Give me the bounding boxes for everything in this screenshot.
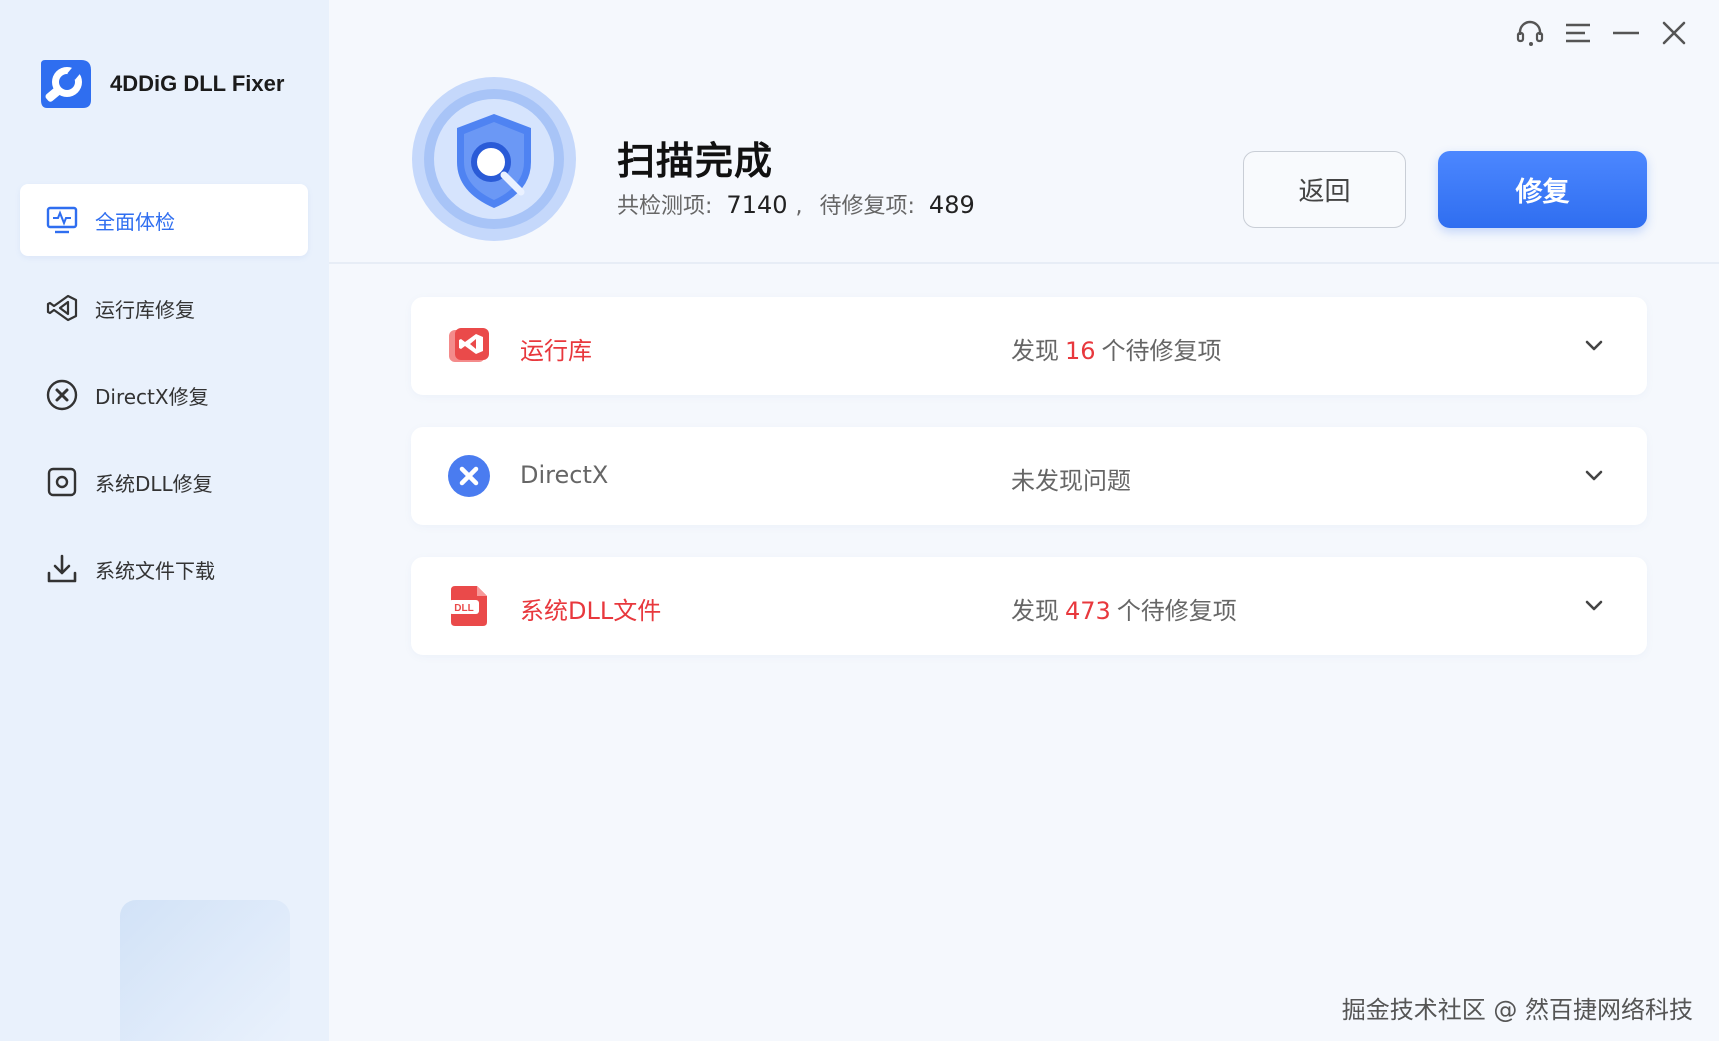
sidebar-item-label: 运行库修复	[95, 297, 195, 322]
chevron-down-icon[interactable]	[1581, 463, 1607, 489]
download-icon	[45, 552, 79, 586]
stats-separator: ,	[795, 194, 803, 219]
chevron-down-icon[interactable]	[1581, 593, 1607, 619]
sidebar-item-full-checkup[interactable]: 全面体检	[20, 184, 308, 256]
watermark: 掘金技术社区 @ 然百捷网络科技	[1341, 996, 1693, 1024]
issue-count: 473	[1065, 597, 1111, 625]
result-card-directx[interactable]: DirectX 未发现问题	[411, 427, 1647, 525]
total-checked-label: 共检测项:	[617, 194, 713, 219]
sidebar-item-directx-repair[interactable]: DirectX修复	[20, 359, 308, 431]
sidebar-item-label: 全面体检	[95, 209, 175, 234]
scan-complete-title: 扫描完成	[617, 139, 774, 183]
result-title: DirectX	[520, 461, 609, 489]
status-suffix: 个待修复项	[1101, 337, 1222, 365]
app-logo: 4DDiG DLL Fixer	[37, 56, 284, 112]
sidebar-item-system-dll-repair[interactable]: 系统DLL修复	[20, 446, 308, 518]
scan-summary-header: 扫描完成 共检测项: 7140, 待修复项: 489 返回 修复	[329, 0, 1719, 264]
result-status: 发现 473 个待修复项	[1011, 591, 1237, 626]
sidebar: 4DDiG DLL Fixer 全面体检 运行库修复 DirectX修复 系统D…	[0, 0, 329, 1041]
chevron-down-icon[interactable]	[1581, 333, 1607, 359]
pending-repair-value: 489	[928, 191, 975, 219]
svg-text:DLL: DLL	[454, 603, 473, 614]
sidebar-item-runtime-repair[interactable]: 运行库修复	[20, 272, 308, 344]
status-prefix: 发现	[1011, 337, 1059, 365]
monitor-pulse-icon	[45, 203, 79, 237]
sidebar-item-label: 系统文件下载	[95, 558, 215, 583]
sidebar-item-system-file-download[interactable]: 系统文件下载	[20, 533, 308, 605]
result-status: 未发现问题	[1011, 467, 1131, 495]
result-title: 系统DLL文件	[520, 597, 662, 625]
main-panel: 扫描完成 共检测项: 7140, 待修复项: 489 返回 修复 运行库 发现 16 个…	[329, 0, 1719, 1041]
dll-file-icon: DLL	[449, 586, 487, 626]
wrench-logo-icon	[41, 60, 91, 108]
decorative-illustration	[120, 900, 290, 1041]
app-name: 4DDiG DLL Fixer	[110, 71, 285, 96]
sidebar-item-label: 系统DLL修复	[95, 471, 213, 496]
directx-icon	[45, 378, 79, 412]
directx-icon	[448, 455, 490, 497]
result-title: 运行库	[520, 337, 592, 365]
shield-search-icon	[411, 76, 577, 242]
result-card-system-dll[interactable]: DLL 系统DLL文件 发现 473 个待修复项	[411, 557, 1647, 655]
issue-count: 16	[1065, 337, 1096, 365]
scan-stats: 共检测项: 7140, 待修复项: 489	[617, 188, 983, 220]
visual-studio-icon	[45, 291, 79, 325]
fix-button[interactable]: 修复	[1438, 151, 1647, 228]
sidebar-item-label: DirectX修复	[95, 384, 209, 409]
status-prefix: 发现	[1011, 597, 1059, 625]
result-card-runtime[interactable]: 运行库 发现 16 个待修复项	[411, 297, 1647, 395]
status-suffix: 个待修复项	[1116, 597, 1237, 625]
system-dll-icon	[45, 465, 79, 499]
pending-repair-label: 待修复项:	[819, 194, 915, 219]
result-status: 发现 16 个待修复项	[1011, 331, 1222, 366]
runtime-library-icon	[449, 328, 489, 362]
back-button[interactable]: 返回	[1243, 151, 1406, 228]
total-checked-value: 7140	[726, 191, 788, 219]
